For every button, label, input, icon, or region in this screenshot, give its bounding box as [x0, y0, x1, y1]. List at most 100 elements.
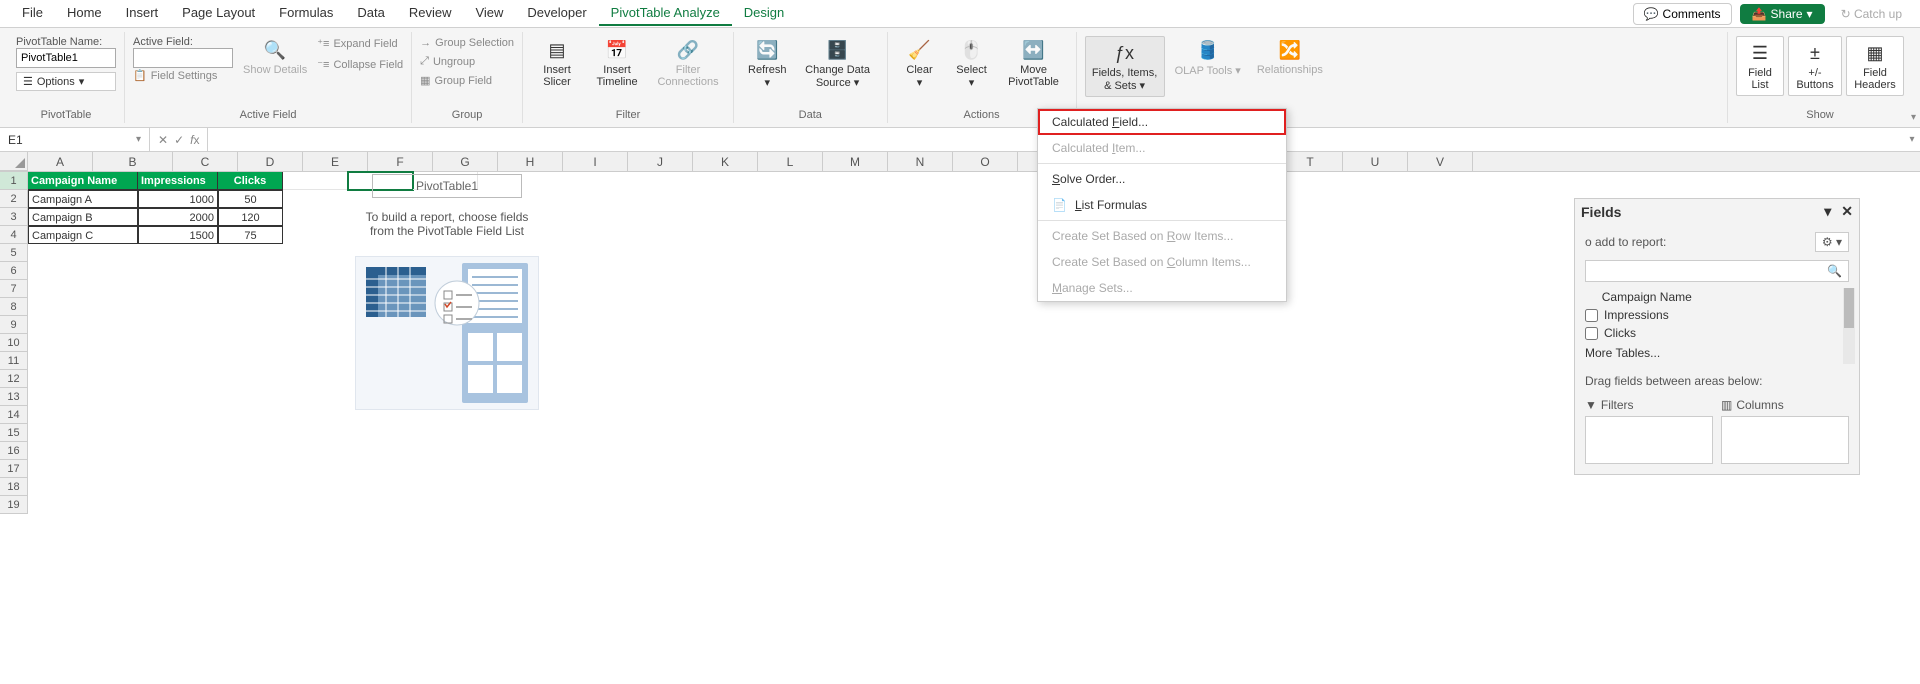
- field-checkbox[interactable]: [1585, 309, 1598, 322]
- tab-pivottable-analyze[interactable]: PivotTable Analyze: [599, 1, 732, 26]
- col-header[interactable]: J: [628, 152, 693, 171]
- cell[interactable]: 1500: [138, 226, 218, 244]
- cell[interactable]: Clicks: [218, 172, 283, 190]
- select-all-corner[interactable]: [0, 152, 28, 171]
- name-box[interactable]: E1 ▾: [0, 128, 150, 151]
- move-pt-button[interactable]: ↔️ Move PivotTable: [1000, 36, 1068, 90]
- row-header[interactable]: 8: [0, 298, 28, 316]
- tab-data[interactable]: Data: [345, 1, 396, 26]
- row-header[interactable]: 3: [0, 208, 28, 226]
- col-header[interactable]: G: [433, 152, 498, 171]
- col-header[interactable]: K: [693, 152, 758, 171]
- plus-minus-buttons[interactable]: ± +/- Buttons: [1788, 36, 1842, 96]
- fields-items-sets-button[interactable]: ƒx Fields, Items, & Sets ▾: [1085, 36, 1165, 97]
- row-header[interactable]: 12: [0, 370, 28, 388]
- cell[interactable]: 120: [218, 208, 283, 226]
- cell[interactable]: 1000: [138, 190, 218, 208]
- insert-slicer-button[interactable]: ▤ Insert Slicer: [531, 36, 583, 90]
- row-header[interactable]: 1: [0, 172, 28, 190]
- cell[interactable]: 2000: [138, 208, 218, 226]
- row-header[interactable]: 14: [0, 406, 28, 424]
- row-header[interactable]: 11: [0, 352, 28, 370]
- col-header[interactable]: H: [498, 152, 563, 171]
- row-header[interactable]: 15: [0, 424, 28, 442]
- col-header[interactable]: B: [93, 152, 173, 171]
- row-header[interactable]: 17: [0, 460, 28, 478]
- collapse-field-button[interactable]: ⁻≡ Collapse Field: [317, 57, 403, 72]
- field-checkbox[interactable]: [1585, 327, 1598, 340]
- row-header[interactable]: 16: [0, 442, 28, 460]
- col-header[interactable]: E: [303, 152, 368, 171]
- col-header[interactable]: M: [823, 152, 888, 171]
- row-header[interactable]: 18: [0, 478, 28, 496]
- tab-developer[interactable]: Developer: [515, 1, 598, 26]
- insert-timeline-button[interactable]: 📅 Insert Timeline: [587, 36, 647, 90]
- menu-list-formulas[interactable]: 📄List Formulas: [1038, 192, 1286, 218]
- expand-formula-icon[interactable]: ▾: [1904, 134, 1920, 145]
- refresh-button[interactable]: 🔄 Refresh▾: [742, 36, 793, 91]
- row-header[interactable]: 10: [0, 334, 28, 352]
- cell[interactable]: Campaign A: [28, 190, 138, 208]
- gear-icon[interactable]: ⚙ ▾: [1815, 232, 1849, 252]
- field-headers-button[interactable]: ▦ Field Headers: [1846, 36, 1904, 96]
- row-header[interactable]: 9: [0, 316, 28, 334]
- scrollbar-thumb[interactable]: [1844, 288, 1854, 328]
- cell[interactable]: 75: [218, 226, 283, 244]
- change-data-source-button[interactable]: 🗄️ Change Data Source ▾: [797, 36, 879, 91]
- col-header[interactable]: D: [238, 152, 303, 171]
- row-header[interactable]: 19: [0, 496, 28, 514]
- cell[interactable]: Campaign B: [28, 208, 138, 226]
- tab-home[interactable]: Home: [55, 1, 114, 26]
- cancel-icon[interactable]: ✕: [158, 133, 168, 147]
- filters-dropzone[interactable]: [1585, 416, 1713, 464]
- field-item[interactable]: ☐Campaign Name: [1585, 288, 1855, 306]
- row-header[interactable]: 4: [0, 226, 28, 244]
- cell[interactable]: Campaign C: [28, 226, 138, 244]
- collapse-ribbon-icon[interactable]: ▾: [1911, 112, 1916, 123]
- share-button[interactable]: 📤 Share ▾: [1740, 4, 1825, 24]
- tab-design[interactable]: Design: [732, 1, 796, 26]
- more-tables-link[interactable]: More Tables...: [1585, 342, 1855, 364]
- tab-page-layout[interactable]: Page Layout: [170, 1, 267, 26]
- expand-field-button[interactable]: ⁺≡ Expand Field: [317, 36, 403, 51]
- field-item[interactable]: Clicks: [1585, 324, 1855, 342]
- col-header[interactable]: V: [1408, 152, 1473, 171]
- col-header[interactable]: I: [563, 152, 628, 171]
- col-header[interactable]: L: [758, 152, 823, 171]
- close-icon[interactable]: ✕: [1841, 203, 1853, 220]
- comments-button[interactable]: 💬 Comments: [1633, 3, 1732, 25]
- row-header[interactable]: 7: [0, 280, 28, 298]
- select-button[interactable]: 🖱️ Select▾: [948, 36, 996, 91]
- tab-formulas[interactable]: Formulas: [267, 1, 345, 26]
- menu-calculated-field[interactable]: Calculated Field...: [1038, 109, 1286, 135]
- field-search[interactable]: 🔍: [1585, 260, 1849, 282]
- cell[interactable]: 50: [218, 190, 283, 208]
- row-header[interactable]: 13: [0, 388, 28, 406]
- chevron-down-icon[interactable]: ▾: [1824, 203, 1831, 220]
- tab-review[interactable]: Review: [397, 1, 464, 26]
- cell[interactable]: Impressions: [138, 172, 218, 190]
- active-field-input[interactable]: [133, 48, 233, 68]
- options-button[interactable]: ☰ Options ▾: [16, 72, 116, 91]
- field-item[interactable]: Impressions: [1585, 306, 1855, 324]
- clear-button[interactable]: 🧹 Clear▾: [896, 36, 944, 91]
- columns-area[interactable]: ▥Columns: [1721, 398, 1849, 464]
- tab-view[interactable]: View: [463, 1, 515, 26]
- fx-icon[interactable]: fx: [190, 133, 199, 147]
- field-settings-button[interactable]: 📋 Field Settings: [133, 68, 233, 83]
- field-list-button[interactable]: ☰ Field List: [1736, 36, 1784, 96]
- enter-icon[interactable]: ✓: [174, 133, 184, 147]
- tab-file[interactable]: File: [10, 1, 55, 26]
- col-header[interactable]: C: [173, 152, 238, 171]
- cell[interactable]: Campaign Name: [28, 172, 138, 190]
- col-header[interactable]: A: [28, 152, 93, 171]
- col-header[interactable]: F: [368, 152, 433, 171]
- col-header[interactable]: U: [1343, 152, 1408, 171]
- cell[interactable]: [283, 172, 348, 190]
- menu-solve-order[interactable]: Solve Order...: [1038, 166, 1286, 192]
- field-search-input[interactable]: [1586, 264, 1821, 278]
- col-header[interactable]: T: [1278, 152, 1343, 171]
- col-header[interactable]: O: [953, 152, 1018, 171]
- tab-insert[interactable]: Insert: [114, 1, 171, 26]
- col-header[interactable]: N: [888, 152, 953, 171]
